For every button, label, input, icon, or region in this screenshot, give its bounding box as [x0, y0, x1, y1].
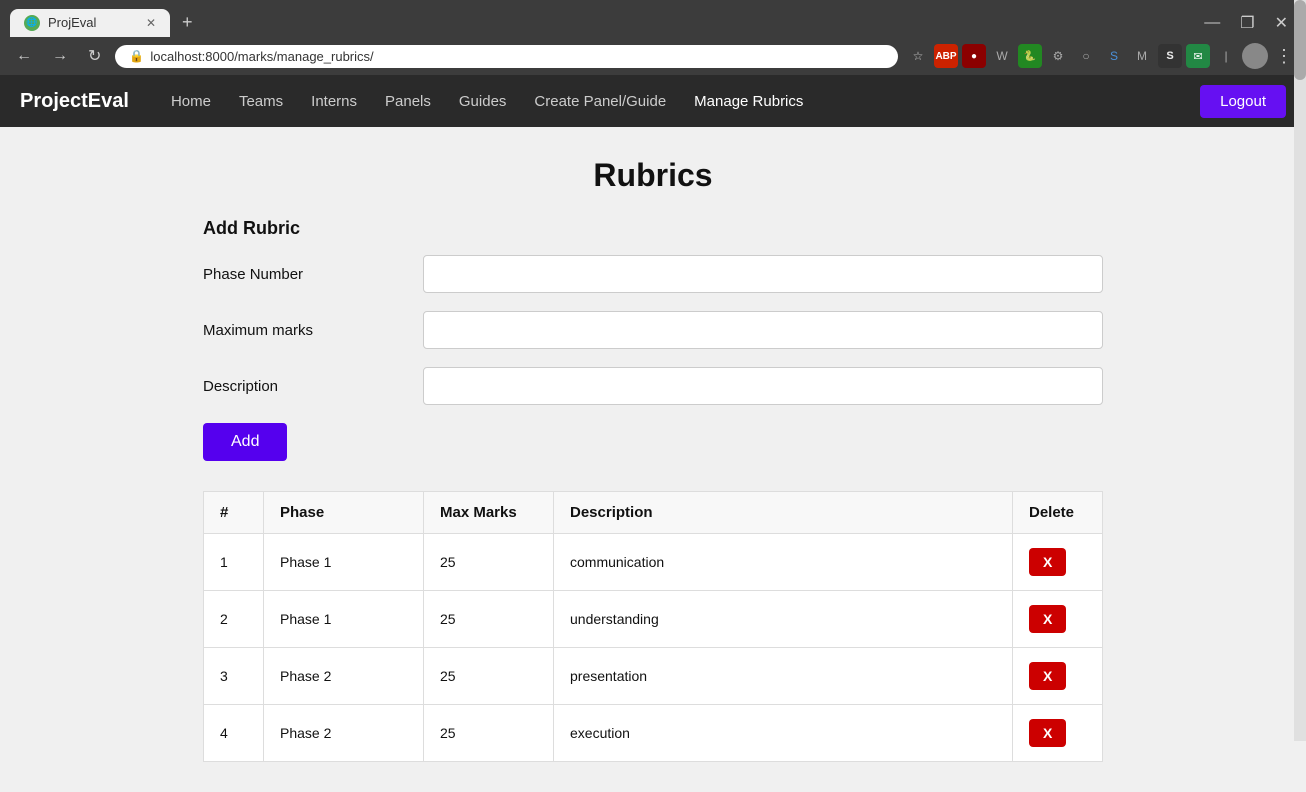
rubrics-table: # Phase Max Marks Description Delete 1 P… [203, 491, 1103, 762]
tab-title: ProjEval [48, 15, 96, 30]
cell-phase: Phase 2 [264, 648, 424, 705]
ext-icon-7[interactable]: M [1130, 44, 1154, 68]
logout-button[interactable]: Logout [1200, 85, 1286, 118]
nav-guides[interactable]: Guides [447, 85, 519, 118]
address-bar[interactable]: 🔒 localhost:8000/marks/manage_rubrics/ [115, 45, 898, 68]
tab-close-icon[interactable]: ✕ [146, 16, 156, 30]
table-row: 4 Phase 2 25 execution X [204, 705, 1103, 762]
ext-icon-4[interactable]: ⚙ [1046, 44, 1070, 68]
browser-chrome: 🌐 ProjEval ✕ + — ❐ ✕ [0, 0, 1306, 37]
toolbar-icons: ☆ ABP ● W 🐍 ⚙ ○ S M S ✉ | ⋮ [906, 43, 1296, 69]
tab-favicon: 🌐 [24, 15, 40, 31]
page-title: Rubrics [20, 157, 1286, 194]
cell-delete: X [1013, 534, 1103, 591]
col-header-phase: Phase [264, 492, 424, 534]
menu-icon[interactable]: ⋮ [1272, 44, 1296, 68]
form-section-title: Add Rubric [203, 218, 1103, 239]
nav-panels[interactable]: Panels [373, 85, 443, 118]
cell-delete: X [1013, 705, 1103, 762]
nav-home[interactable]: Home [159, 85, 223, 118]
description-label: Description [203, 378, 403, 395]
cell-description: execution [554, 705, 1013, 762]
cell-maxmarks: 25 [424, 705, 554, 762]
cell-phase: Phase 2 [264, 705, 424, 762]
minimize-button[interactable]: — [1196, 11, 1228, 35]
cell-maxmarks: 25 [424, 534, 554, 591]
add-button[interactable]: Add [203, 423, 287, 461]
delete-button-4[interactable]: X [1029, 719, 1066, 747]
ext-icon-8[interactable]: S [1158, 44, 1182, 68]
cell-num: 1 [204, 534, 264, 591]
cell-delete: X [1013, 591, 1103, 648]
ext-icon-10[interactable]: | [1214, 44, 1238, 68]
back-button[interactable]: ← [10, 45, 38, 67]
cell-description: presentation [554, 648, 1013, 705]
navbar: ProjectEval Home Teams Interns Panels Gu… [0, 75, 1306, 127]
phase-number-input[interactable] [423, 255, 1103, 293]
forward-button[interactable]: → [46, 45, 74, 67]
phase-number-label: Phase Number [203, 266, 403, 283]
add-rubric-form: Add Rubric Phase Number Maximum marks De… [203, 218, 1103, 461]
cell-num: 2 [204, 591, 264, 648]
nav-teams[interactable]: Teams [227, 85, 295, 118]
main-content: Rubrics Add Rubric Phase Number Maximum … [0, 127, 1306, 792]
navbar-links: Home Teams Interns Panels Guides Create … [159, 85, 1200, 118]
delete-button-2[interactable]: X [1029, 605, 1066, 633]
col-header-num: # [204, 492, 264, 534]
ext-icon-2[interactable]: W [990, 44, 1014, 68]
active-tab[interactable]: 🌐 ProjEval ✕ [10, 9, 170, 37]
ext-icon-1[interactable]: ● [962, 44, 986, 68]
nav-create-panel-guide[interactable]: Create Panel/Guide [522, 85, 678, 118]
ext-icon-6[interactable]: S [1102, 44, 1126, 68]
maximum-marks-input[interactable] [423, 311, 1103, 349]
cell-phase: Phase 1 [264, 591, 424, 648]
table-row: 3 Phase 2 25 presentation X [204, 648, 1103, 705]
lock-icon: 🔒 [129, 49, 144, 63]
description-row: Description [203, 367, 1103, 405]
table-row: 2 Phase 1 25 understanding X [204, 591, 1103, 648]
close-button[interactable]: ✕ [1267, 11, 1296, 35]
abp-icon[interactable]: ABP [934, 44, 958, 68]
rubrics-table-wrapper: # Phase Max Marks Description Delete 1 P… [203, 491, 1103, 762]
col-header-maxmarks: Max Marks [424, 492, 554, 534]
description-input[interactable] [423, 367, 1103, 405]
window-controls: — ❐ ✕ [1196, 11, 1296, 35]
cell-delete: X [1013, 648, 1103, 705]
cell-maxmarks: 25 [424, 591, 554, 648]
ext-icon-3[interactable]: 🐍 [1018, 44, 1042, 68]
scrollbar-thumb[interactable] [1294, 0, 1306, 80]
tab-bar: 🌐 ProjEval ✕ + — ❐ ✕ [10, 8, 1296, 37]
maximum-marks-label: Maximum marks [203, 322, 403, 339]
delete-button-1[interactable]: X [1029, 548, 1066, 576]
profile-icon[interactable] [1242, 43, 1268, 69]
url-text: localhost:8000/marks/manage_rubrics/ [150, 49, 373, 64]
maximize-button[interactable]: ❐ [1232, 11, 1262, 35]
nav-interns[interactable]: Interns [299, 85, 369, 118]
col-header-description: Description [554, 492, 1013, 534]
address-bar-row: ← → ↻ 🔒 localhost:8000/marks/manage_rubr… [0, 37, 1306, 75]
reload-button[interactable]: ↻ [82, 44, 107, 68]
navbar-brand[interactable]: ProjectEval [20, 90, 129, 113]
cell-description: understanding [554, 591, 1013, 648]
ext-icon-9[interactable]: ✉ [1186, 44, 1210, 68]
delete-button-3[interactable]: X [1029, 662, 1066, 690]
phase-number-row: Phase Number [203, 255, 1103, 293]
nav-manage-rubrics[interactable]: Manage Rubrics [682, 85, 815, 118]
cell-description: communication [554, 534, 1013, 591]
maximum-marks-row: Maximum marks [203, 311, 1103, 349]
table-header-row: # Phase Max Marks Description Delete [204, 492, 1103, 534]
new-tab-button[interactable]: + [174, 8, 201, 37]
col-header-delete: Delete [1013, 492, 1103, 534]
cell-num: 3 [204, 648, 264, 705]
cell-maxmarks: 25 [424, 648, 554, 705]
cell-phase: Phase 1 [264, 534, 424, 591]
cell-num: 4 [204, 705, 264, 762]
star-icon[interactable]: ☆ [906, 44, 930, 68]
scrollbar-track[interactable] [1294, 0, 1306, 741]
ext-icon-5[interactable]: ○ [1074, 44, 1098, 68]
table-row: 1 Phase 1 25 communication X [204, 534, 1103, 591]
